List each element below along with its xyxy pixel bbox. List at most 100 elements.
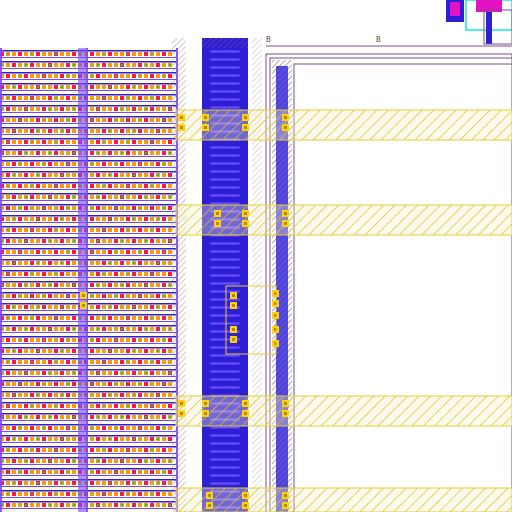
cell-gate xyxy=(168,338,172,342)
cell-gate xyxy=(48,129,52,133)
cell-gate xyxy=(120,162,124,166)
cell-gate xyxy=(42,195,46,199)
cell-gate xyxy=(126,481,130,485)
cell-gate xyxy=(138,195,142,199)
cell-gate xyxy=(90,283,94,287)
cell-implant xyxy=(13,262,15,264)
cell-gate xyxy=(90,107,94,111)
cell-gate xyxy=(132,371,136,375)
cell-gate xyxy=(168,162,172,166)
cell-gate xyxy=(48,338,52,342)
cell-gate xyxy=(48,492,52,496)
cell-implant xyxy=(37,306,39,308)
cell-gate xyxy=(138,316,142,320)
cell-gate xyxy=(72,217,76,221)
contact-core xyxy=(284,504,287,507)
cell-gate xyxy=(132,52,136,56)
cell-gate xyxy=(24,74,28,78)
cell-gate xyxy=(54,107,58,111)
cell-gate xyxy=(114,492,118,496)
cell-gate xyxy=(150,129,154,133)
cell-implant xyxy=(7,449,9,451)
cell-gate xyxy=(96,426,100,430)
cell-gate xyxy=(114,404,118,408)
cell-gate xyxy=(96,206,100,210)
cell-gate xyxy=(90,217,94,221)
contact-core xyxy=(284,222,287,225)
cell-gate xyxy=(102,195,106,199)
cell-gate xyxy=(120,382,124,386)
contact-core xyxy=(284,116,287,119)
cell-gate xyxy=(36,151,40,155)
cell-gate xyxy=(114,195,118,199)
cell-gate xyxy=(150,305,154,309)
cell-gate xyxy=(120,338,124,342)
cell-gate xyxy=(30,206,34,210)
cell-gate xyxy=(6,151,10,155)
cell-gate xyxy=(48,470,52,474)
cell-gate xyxy=(162,492,166,496)
cell-gate xyxy=(120,349,124,353)
cell-gate xyxy=(108,74,112,78)
cell-gate xyxy=(30,162,34,166)
cell-gate xyxy=(102,382,106,386)
cell-implant xyxy=(163,163,165,165)
cell-gate xyxy=(120,129,124,133)
cell-gate xyxy=(72,162,76,166)
column-tick-line xyxy=(212,475,238,476)
cell-gate xyxy=(108,239,112,243)
cell-gate xyxy=(6,294,10,298)
cell-gate xyxy=(150,338,154,342)
cell-gate xyxy=(48,349,52,353)
cell-gate xyxy=(162,360,166,364)
cell-implant xyxy=(31,361,33,363)
cell-gate xyxy=(132,426,136,430)
cell-gate xyxy=(138,217,142,221)
cell-implant xyxy=(31,185,33,187)
cell-gate xyxy=(96,85,100,89)
cell-implant xyxy=(31,405,33,407)
cell-implant xyxy=(49,64,51,66)
cell-gate xyxy=(60,52,64,56)
cell-implant xyxy=(151,361,153,363)
cell-implant xyxy=(61,350,63,352)
cell-implant xyxy=(31,141,33,143)
cell-implant xyxy=(31,53,33,55)
cell-implant xyxy=(97,328,99,330)
column-tick-line xyxy=(212,483,238,484)
contact-core xyxy=(244,494,247,497)
cell-implant xyxy=(157,130,159,132)
cell-gate xyxy=(138,349,142,353)
cell-gate xyxy=(126,437,130,441)
cell-implant xyxy=(157,394,159,396)
cell-implant xyxy=(91,339,93,341)
cell-gate xyxy=(156,492,160,496)
cell-gate xyxy=(18,239,22,243)
cell-gate xyxy=(132,470,136,474)
cell-gate xyxy=(54,294,58,298)
cell-implant xyxy=(121,328,123,330)
cell-gate xyxy=(102,239,106,243)
cell-gate xyxy=(144,294,148,298)
cell-gate xyxy=(54,261,58,265)
cell-gate xyxy=(90,415,94,419)
cell-implant xyxy=(7,493,9,495)
cell-gate xyxy=(72,437,76,441)
cell-implant xyxy=(139,471,141,473)
cell-gate xyxy=(156,52,160,56)
cell-gate xyxy=(144,316,148,320)
cell-gate xyxy=(66,228,70,232)
cell-gate xyxy=(12,195,16,199)
cell-gate xyxy=(66,415,70,419)
cell-gate xyxy=(30,393,34,397)
cell-gate xyxy=(96,140,100,144)
cell-gate xyxy=(162,327,166,331)
cell-gate xyxy=(30,503,34,507)
highlight-band xyxy=(175,109,512,141)
cell-gate xyxy=(96,360,100,364)
cell-gate xyxy=(120,206,124,210)
cell-gate xyxy=(24,448,28,452)
cell-implant xyxy=(139,75,141,77)
cell-gate xyxy=(90,316,94,320)
cell-implant xyxy=(97,64,99,66)
